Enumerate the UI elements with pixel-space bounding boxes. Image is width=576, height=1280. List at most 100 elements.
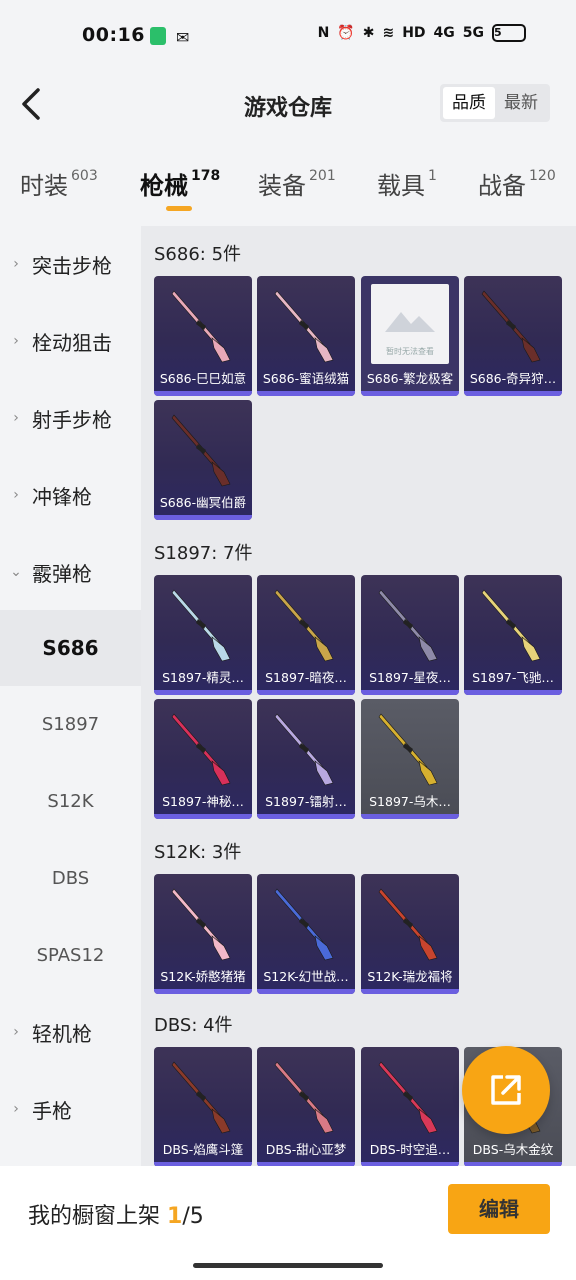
sidebar-item-smg[interactable]: › 冲锋枪 <box>0 457 141 533</box>
skin-name: DBS-甜心亚梦 <box>265 1142 347 1157</box>
group-title: S686: 5件 <box>154 244 242 265</box>
tab-count: 201 <box>309 168 336 184</box>
skin-card[interactable]: S686-幽冥伯爵 <box>154 400 252 520</box>
skin-card[interactable]: S1897-乌木… <box>361 699 459 819</box>
hd-icon: HD <box>402 25 426 41</box>
skin-card[interactable]: S1897-星夜… <box>361 575 459 695</box>
sidebar-subitem-s686[interactable]: S686 <box>0 610 141 686</box>
skin-name: S1897-飞驰… <box>472 670 554 685</box>
skin-name: S686-幽冥伯爵 <box>159 495 247 510</box>
rarity-bar <box>464 391 562 396</box>
sidebar-item-shotgun[interactable]: ⌄ 霰弹枪 <box>0 534 141 610</box>
rarity-bar <box>154 391 252 396</box>
active-tab-indicator <box>166 206 192 211</box>
sort-quality-option[interactable]: 品质 <box>443 87 495 119</box>
skin-card[interactable]: S12K-幻世战… <box>257 874 355 994</box>
skin-card[interactable]: S12K-娇憨猪猪 <box>154 874 252 994</box>
skin-name: S12K-娇憨猪猪 <box>160 969 246 984</box>
rarity-bar <box>154 814 252 819</box>
bottom-bar: 我的橱窗上架 1/5 编辑 <box>0 1166 576 1280</box>
rarity-bar <box>154 690 252 695</box>
weapon-skin-icon <box>378 888 438 961</box>
skin-card[interactable]: S1897-镭射… <box>257 699 355 819</box>
edit-button[interactable]: 编辑 <box>448 1184 550 1234</box>
skin-card[interactable]: S1897-暗夜… <box>257 575 355 695</box>
weapon-skin-icon <box>274 888 334 961</box>
sidebar-item-assault-rifle[interactable]: › 突击步枪 <box>0 226 141 302</box>
weapon-skin-icon <box>171 290 231 363</box>
skin-name: DBS-焰鹰斗篷 <box>162 1142 244 1157</box>
mountain-icon <box>385 312 435 332</box>
skin-card[interactable]: S686-巳巳如意 <box>154 276 252 396</box>
skin-name: S1897-乌木… <box>369 794 451 809</box>
skin-card[interactable]: S1897-精灵… <box>154 575 252 695</box>
weapon-skin-icon <box>481 290 541 363</box>
chevron-right-icon: › <box>13 333 19 349</box>
skin-name: S686-繁龙极客 <box>366 371 454 386</box>
group-title: S1897: 7件 <box>154 543 253 564</box>
skin-name: S1897-暗夜… <box>265 670 347 685</box>
showcase-current-count: 1 <box>167 1204 183 1229</box>
sidebar-subitem-s12k[interactable]: S12K <box>0 763 141 839</box>
group-title: DBS: 4件 <box>154 1015 233 1036</box>
tab-equipment[interactable]: 装备 201 <box>258 166 336 201</box>
rarity-bar <box>257 391 355 396</box>
skin-name: S686-蜜语绒猫 <box>262 371 350 386</box>
chevron-right-icon: › <box>13 1101 19 1117</box>
weapon-skin-icon <box>274 290 334 363</box>
skin-card[interactable]: DBS-焰鹰斗篷 <box>154 1047 252 1166</box>
chevron-right-icon: › <box>13 410 19 426</box>
tab-vehicles[interactable]: 载具 1 <box>377 166 437 201</box>
weapon-skin-icon <box>378 1061 438 1134</box>
sidebar-subitem-s1897[interactable]: S1897 <box>0 686 141 762</box>
skin-card[interactable]: 暂时无法查看 S686-繁龙极客 <box>361 276 459 396</box>
rarity-bar <box>464 690 562 695</box>
tab-weapons[interactable]: 枪械 178 <box>140 166 220 201</box>
nfc-icon: N <box>317 25 330 41</box>
skin-name: DBS-时空追… <box>369 1142 451 1157</box>
share-export-icon <box>491 1075 521 1105</box>
home-indicator <box>193 1263 383 1268</box>
skin-card[interactable]: DBS-时空追… <box>361 1047 459 1166</box>
status-time: 00:16 <box>82 24 145 46</box>
rarity-bar <box>361 690 459 695</box>
tab-fashion[interactable]: 时装 603 <box>20 166 98 201</box>
sidebar-item-pistol[interactable]: › 手枪 <box>0 1071 141 1147</box>
skin-name: S1897-镭射… <box>265 794 347 809</box>
rarity-bar <box>361 391 459 396</box>
item-grid: S686: 5件 S686-巳巳如意 S686-蜜语绒猫 暂时无法查看 S686-繁龙极… <box>141 226 576 1166</box>
sidebar-subitem-dbs[interactable]: DBS <box>0 840 141 916</box>
sort-toggle[interactable]: 品质 最新 <box>440 84 550 122</box>
skin-card[interactable]: DBS-甜心亚梦 <box>257 1047 355 1166</box>
skin-card[interactable]: S12K-瑞龙福将 <box>361 874 459 994</box>
skin-card[interactable]: S1897-飞驰… <box>464 575 562 695</box>
skin-card[interactable]: S686-蜜语绒猫 <box>257 276 355 396</box>
sort-newest-option[interactable]: 最新 <box>495 87 547 119</box>
skin-card[interactable]: S686-奇异狩… <box>464 276 562 396</box>
rarity-bar <box>257 690 355 695</box>
tab-count: 1 <box>428 168 437 184</box>
header: 游戏仓库 品质 最新 <box>0 70 576 140</box>
weapon-skin-icon <box>274 589 334 662</box>
skin-card[interactable]: S1897-神秘… <box>154 699 252 819</box>
sidebar-item-marksman[interactable]: › 射手步枪 <box>0 380 141 456</box>
weapon-skin-icon <box>171 589 231 662</box>
rarity-bar <box>257 989 355 994</box>
sidebar-item-bolt-sniper[interactable]: › 栓动狙击 <box>0 303 141 379</box>
chevron-right-icon: › <box>13 1024 19 1040</box>
skin-name: S1897-精灵… <box>162 670 244 685</box>
share-fab[interactable] <box>462 1046 550 1134</box>
wechat-icon: ✉ <box>176 28 190 47</box>
weapon-skin-icon <box>171 414 231 487</box>
skin-name: S1897-星夜… <box>369 670 451 685</box>
sidebar-subitem-spas12[interactable]: SPAS12 <box>0 917 141 993</box>
rarity-bar <box>154 989 252 994</box>
weapon-skin-icon <box>274 1061 334 1134</box>
weapon-skin-icon <box>171 888 231 961</box>
tab-count: 120 <box>529 168 556 184</box>
sidebar-item-lmg[interactable]: › 轻机枪 <box>0 994 141 1070</box>
tab-gear[interactable]: 战备 120 <box>478 166 556 201</box>
skin-name: S686-巳巳如意 <box>159 371 247 386</box>
app-notification-icon <box>150 27 166 45</box>
chevron-right-icon: › <box>13 487 19 503</box>
